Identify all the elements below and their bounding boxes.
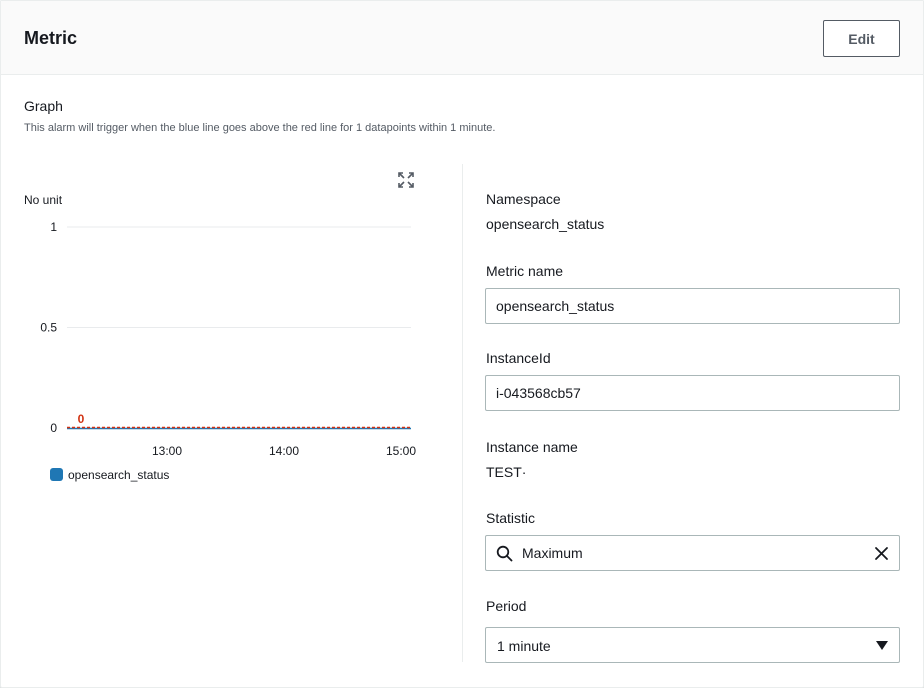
namespace-label: Namespace xyxy=(486,191,561,207)
statistic-search[interactable] xyxy=(485,535,900,571)
instance-name-label: Instance name xyxy=(486,439,578,455)
period-select[interactable]: 1 minute xyxy=(485,627,900,663)
instance-id-field[interactable] xyxy=(485,375,900,411)
namespace-value: opensearch_status xyxy=(486,216,605,232)
graph-title: Graph xyxy=(24,98,63,114)
statistic-label: Statistic xyxy=(486,510,536,526)
y-tick-label: 0.5 xyxy=(40,321,57,335)
edit-button[interactable]: Edit xyxy=(823,20,900,57)
caret-down-icon xyxy=(876,641,888,650)
metric-panel: Metric Edit Graph This alarm will trigge… xyxy=(0,0,924,688)
threshold-label: 0 xyxy=(78,412,85,426)
column-divider xyxy=(462,164,463,662)
y-tick-label: 1 xyxy=(50,220,57,234)
x-tick-label: 15:00 xyxy=(386,444,416,458)
metric-name-label: Metric name xyxy=(486,263,564,279)
search-icon xyxy=(496,545,513,562)
instance-id-label: InstanceId xyxy=(486,350,551,366)
y-tick-label: 0 xyxy=(50,421,57,435)
panel-header: Metric Edit xyxy=(1,1,923,75)
panel-title: Metric xyxy=(24,28,78,48)
period-selected-value: 1 minute xyxy=(497,638,551,654)
x-tick-label: 13:00 xyxy=(152,444,182,458)
x-tick-label: 14:00 xyxy=(269,444,299,458)
instance-name-value: TEST· xyxy=(486,464,527,480)
graph-description: This alarm will trigger when the blue li… xyxy=(24,122,496,134)
legend-swatch xyxy=(50,468,63,481)
close-icon[interactable] xyxy=(874,546,889,561)
legend-label: opensearch_status xyxy=(68,468,169,482)
statistic-input[interactable] xyxy=(522,537,852,569)
unit-label: No unit xyxy=(24,193,63,207)
metric-chart: No unit 0 0.5 1 13:00 14:00 15:00 0 opensear… xyxy=(24,193,416,482)
metric-name-field[interactable] xyxy=(485,288,900,324)
period-label: Period xyxy=(486,598,527,614)
